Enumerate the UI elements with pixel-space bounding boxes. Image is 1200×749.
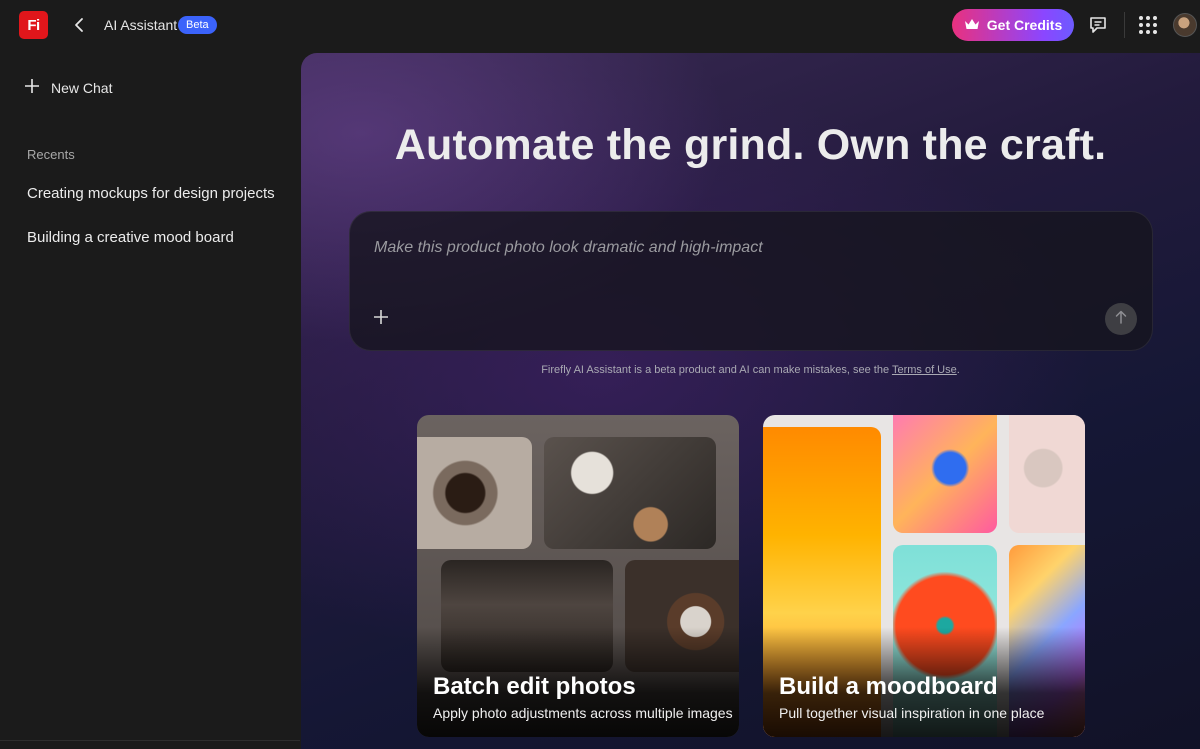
arrow-up-icon (1115, 310, 1127, 329)
main-panel: Automate the grind. Own the craft. Firef… (301, 53, 1200, 749)
card-subtitle: Apply photo adjustments across multiple … (433, 705, 733, 721)
card-title: Build a moodboard (779, 673, 998, 700)
crown-icon (964, 17, 980, 33)
send-button[interactable] (1105, 303, 1137, 335)
feedback-icon[interactable] (1088, 15, 1108, 35)
add-attachment-icon[interactable] (372, 308, 390, 326)
build-moodboard-card[interactable]: Build a moodboard Pull together visual i… (763, 415, 1085, 737)
glass-bird-image (893, 415, 997, 533)
disclaimer: Firefly AI Assistant is a beta product a… (301, 364, 1200, 376)
firefly-logo[interactable]: Fi (19, 11, 48, 39)
new-chat-button[interactable]: New Chat (24, 78, 112, 97)
cafe-table-image (544, 437, 716, 549)
coffee-cup-image (417, 437, 532, 549)
card-subtitle: Pull together visual inspiration in one … (779, 705, 1045, 721)
disclaimer-end: . (956, 364, 960, 376)
apps-grid-icon[interactable] (1139, 16, 1157, 34)
batch-edit-photos-card[interactable]: Batch edit photos Apply photo adjustment… (417, 415, 739, 737)
user-avatar[interactable] (1173, 13, 1197, 37)
prompt-input[interactable] (374, 236, 1074, 260)
recent-item[interactable]: Creating mockups for design projects (27, 185, 275, 202)
crystal-skull-image (1009, 415, 1085, 533)
terms-of-use-link[interactable]: Terms of Use (892, 364, 957, 376)
disclaimer-text: Firefly AI Assistant is a beta product a… (541, 364, 892, 376)
plus-icon (24, 78, 40, 97)
sidebar: New Chat Recents Creating mockups for de… (0, 52, 300, 749)
new-chat-label: New Chat (51, 79, 113, 96)
recent-item[interactable]: Building a creative mood board (27, 229, 234, 246)
get-credits-button[interactable]: Get Credits (952, 9, 1074, 41)
back-icon[interactable] (70, 15, 88, 35)
top-bar: Fi AI Assistant Beta Get Credits (0, 0, 1200, 52)
beta-badge: Beta (178, 16, 217, 34)
recents-heading: Recents (27, 147, 75, 162)
prompt-box (349, 211, 1153, 351)
app-title: AI Assistant (104, 17, 178, 33)
header-divider (1124, 12, 1125, 38)
get-credits-label: Get Credits (986, 17, 1063, 33)
page-headline: Automate the grind. Own the craft. (394, 121, 1107, 169)
sidebar-divider (0, 740, 300, 741)
card-title: Batch edit photos (433, 673, 636, 700)
